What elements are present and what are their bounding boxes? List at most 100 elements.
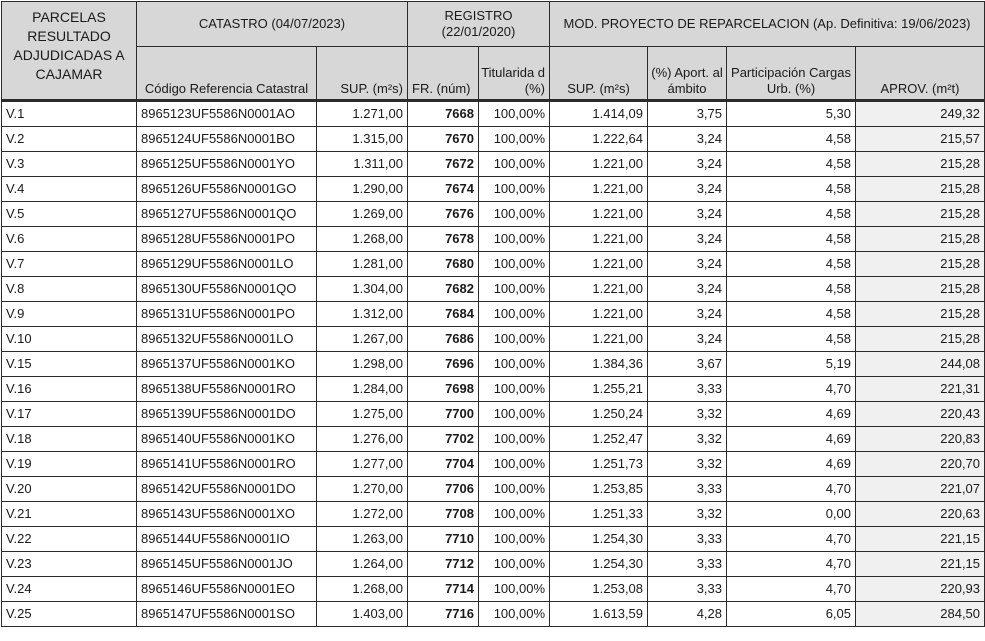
table-row: V.4 8965126UF5586N0001GO 1.290,00 7674 100,0… bbox=[1, 176, 985, 202]
titularidad-cell: 100,00% bbox=[477, 126, 551, 152]
codigo-cell: 8965140UF5586N0001KO bbox=[136, 426, 317, 452]
sup-mod-cell: 1.253,08 bbox=[549, 576, 649, 602]
aprov-cell: 215,28 bbox=[855, 226, 985, 252]
codigo-cell: 8965141UF5586N0001RO bbox=[136, 451, 317, 477]
titularidad-cell: 100,00% bbox=[477, 426, 551, 452]
sup-mod-cell: 1.221,00 bbox=[549, 301, 649, 327]
titularidad-cell: 100,00% bbox=[477, 226, 551, 252]
fr-cell: 7682 bbox=[407, 276, 479, 302]
aport-cell: 3,33 bbox=[647, 376, 728, 402]
parcela-cell: V.9 bbox=[1, 301, 137, 327]
aprov-cell: 220,63 bbox=[855, 501, 985, 527]
fr-cell: 7704 bbox=[407, 451, 479, 477]
participacion-cell: 4,70 bbox=[726, 476, 857, 502]
sup-mod-cell: 1.613,59 bbox=[549, 601, 649, 627]
fr-cell: 7714 bbox=[407, 576, 479, 602]
aport-cell: 3,24 bbox=[647, 301, 728, 327]
parcela-cell: V.8 bbox=[1, 276, 137, 302]
sup-catastro-cell: 1.276,00 bbox=[316, 426, 408, 452]
codigo-cell: 8965123UF5586N0001AO bbox=[136, 99, 317, 127]
parcela-cell: V.1 bbox=[1, 99, 137, 127]
sup-catastro-cell: 1.263,00 bbox=[316, 526, 408, 552]
aprov-cell: 220,70 bbox=[855, 451, 985, 477]
fr-cell: 7686 bbox=[407, 326, 479, 352]
sup-catastro-cell: 1.269,00 bbox=[316, 201, 408, 227]
codigo-cell: 8965128UF5586N0001PO bbox=[136, 226, 317, 252]
table-row: V.17 8965139UF5586N0001DO 1.275,00 7700 100,… bbox=[1, 401, 985, 427]
aport-cell: 3,24 bbox=[647, 201, 728, 227]
sup-catastro-cell: 1.315,00 bbox=[316, 126, 408, 152]
parcela-cell: V.4 bbox=[1, 176, 137, 202]
sup-mod-cell: 1.221,00 bbox=[549, 151, 649, 177]
aprov-cell: 215,28 bbox=[855, 176, 985, 202]
sup-catastro-cell: 1.277,00 bbox=[316, 451, 408, 477]
aprov-cell: 215,57 bbox=[855, 126, 985, 152]
titularidad-cell: 100,00% bbox=[477, 99, 551, 127]
participacion-cell: 4,58 bbox=[726, 301, 857, 327]
sup-mod-cell: 1.221,00 bbox=[549, 176, 649, 202]
aport-cell: 3,32 bbox=[647, 426, 728, 452]
aport-cell: 3,33 bbox=[647, 576, 728, 602]
fr-cell: 7706 bbox=[407, 476, 479, 502]
parcela-cell: V.18 bbox=[1, 426, 137, 452]
sup-catastro-cell: 1.271,00 bbox=[316, 99, 408, 127]
aprov-cell: 215,28 bbox=[855, 151, 985, 177]
parcela-cell: V.10 bbox=[1, 326, 137, 352]
aport-cell: 3,24 bbox=[647, 226, 728, 252]
table-row: V.8 8965130UF5586N0001QO 1.304,00 7682 100,0… bbox=[1, 276, 985, 302]
sup-catastro-cell: 1.267,00 bbox=[316, 326, 408, 352]
table-row: V.6 8965128UF5586N0001PO 1.268,00 7678 100,0… bbox=[1, 226, 985, 252]
participacion-cell: 4,58 bbox=[726, 201, 857, 227]
parcel-table: PARCELAS RESULTADO ADJUDICADAS A CAJAMAR… bbox=[1, 1, 985, 627]
titularidad-cell: 100,00% bbox=[477, 151, 551, 177]
participacion-cell: 4,69 bbox=[726, 426, 857, 452]
header-mod-proyecto: MOD. PROYECTO DE REPARCELACION (Ap. Defi… bbox=[549, 1, 985, 47]
titularidad-cell: 100,00% bbox=[477, 401, 551, 427]
codigo-cell: 8965137UF5586N0001KO bbox=[136, 351, 317, 377]
fr-cell: 7702 bbox=[407, 426, 479, 452]
titularidad-cell: 100,00% bbox=[477, 576, 551, 602]
sup-catastro-cell: 1.264,00 bbox=[316, 551, 408, 577]
aport-cell: 3,24 bbox=[647, 126, 728, 152]
table-row: V.23 8965145UF5586N0001JO 1.264,00 7712 100,… bbox=[1, 551, 985, 577]
participacion-cell: 4,58 bbox=[726, 326, 857, 352]
aport-cell: 3,33 bbox=[647, 526, 728, 552]
participacion-cell: 4,58 bbox=[726, 176, 857, 202]
codigo-cell: 8965138UF5586N0001RO bbox=[136, 376, 317, 402]
fr-cell: 7676 bbox=[407, 201, 479, 227]
fr-cell: 7674 bbox=[407, 176, 479, 202]
codigo-cell: 8965124UF5586N0001BO bbox=[136, 126, 317, 152]
aport-cell: 3,24 bbox=[647, 251, 728, 277]
titularidad-cell: 100,00% bbox=[477, 176, 551, 202]
participacion-cell: 4,69 bbox=[726, 401, 857, 427]
parcela-cell: V.3 bbox=[1, 151, 137, 177]
table-row: V.2 8965124UF5586N0001BO 1.315,00 7670 100,0… bbox=[1, 126, 985, 152]
aprov-cell: 215,28 bbox=[855, 326, 985, 352]
titularidad-cell: 100,00% bbox=[477, 251, 551, 277]
aprov-cell: 220,93 bbox=[855, 576, 985, 602]
participacion-cell: 4,70 bbox=[726, 376, 857, 402]
sup-catastro-cell: 1.312,00 bbox=[316, 301, 408, 327]
codigo-cell: 8965147UF5586N0001SO bbox=[136, 601, 317, 627]
sup-mod-cell: 1.384,36 bbox=[549, 351, 649, 377]
sup-mod-cell: 1.254,30 bbox=[549, 526, 649, 552]
titularidad-cell: 100,00% bbox=[477, 526, 551, 552]
header-participacion: Participación Cargas Urb. (%) bbox=[726, 46, 857, 101]
header-sup-mod: SUP. (m²s) bbox=[549, 46, 649, 101]
parcela-cell: V.23 bbox=[1, 551, 137, 577]
aprov-cell: 215,28 bbox=[855, 301, 985, 327]
sup-mod-cell: 1.221,00 bbox=[549, 226, 649, 252]
aprov-cell: 220,43 bbox=[855, 401, 985, 427]
fr-cell: 7716 bbox=[407, 601, 479, 627]
sup-mod-cell: 1.250,24 bbox=[549, 401, 649, 427]
sup-mod-cell: 1.251,33 bbox=[549, 501, 649, 527]
aport-cell: 3,33 bbox=[647, 476, 728, 502]
table-row: V.19 8965141UF5586N0001RO 1.277,00 7704 100,… bbox=[1, 451, 985, 477]
sup-mod-cell: 1.253,85 bbox=[549, 476, 649, 502]
parcela-cell: V.25 bbox=[1, 601, 137, 627]
participacion-cell: 4,70 bbox=[726, 551, 857, 577]
aprov-cell: 220,83 bbox=[855, 426, 985, 452]
sup-catastro-cell: 1.272,00 bbox=[316, 501, 408, 527]
codigo-cell: 8965139UF5586N0001DO bbox=[136, 401, 317, 427]
aport-cell: 3,32 bbox=[647, 401, 728, 427]
